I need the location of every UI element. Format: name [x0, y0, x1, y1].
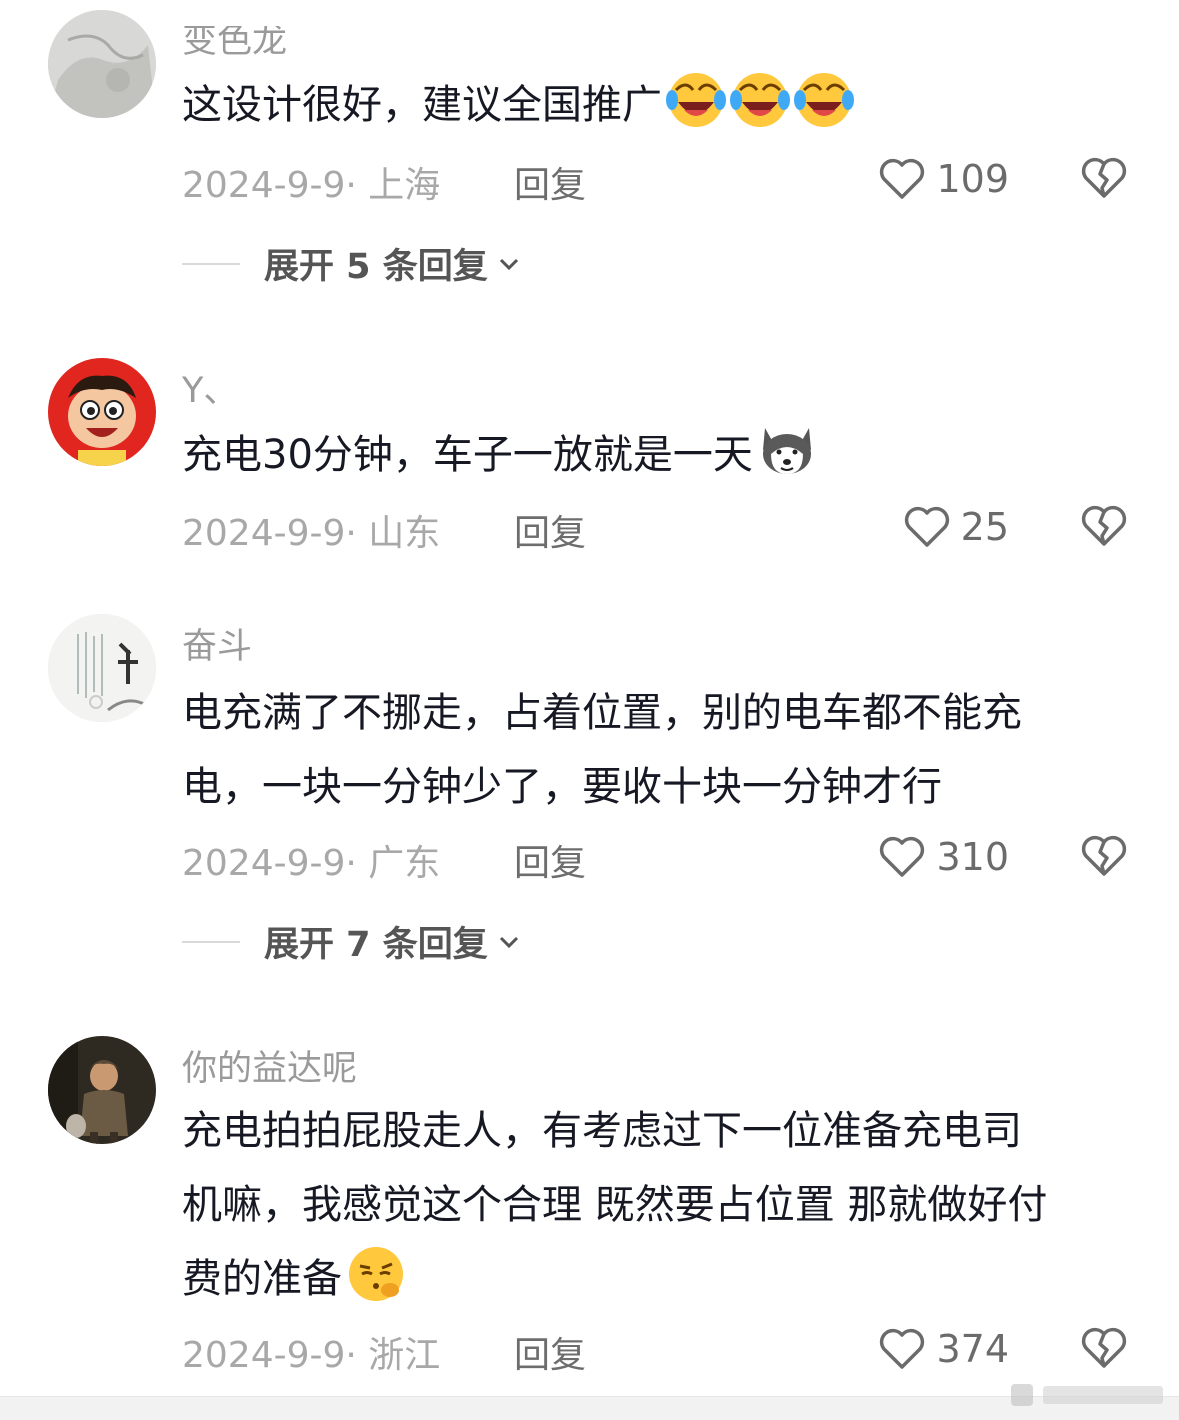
comment-date: 2024-9-9: [182, 843, 346, 884]
comment-text: 充电30分钟，车子一放就是一天: [182, 418, 1142, 492]
comment-text-line: 充电拍拍屁股走人，有考虑过下一位准备充电司: [182, 1108, 1022, 1154]
like-button[interactable]: 310: [878, 834, 1009, 880]
broken-heart-icon[interactable]: [1080, 1326, 1128, 1370]
broken-heart-icon[interactable]: [1080, 834, 1128, 878]
comment-text: 这设计很好，建议全国推广: [182, 68, 1142, 142]
watermark-logo-icon: [1011, 1384, 1163, 1406]
like-button[interactable]: 374: [878, 1326, 1009, 1372]
comment-text-line: 机嘛，我感觉这个合理 既然要占位置 那就做好付: [182, 1182, 1048, 1228]
username[interactable]: 你的益达呢: [182, 1040, 357, 1091]
like-count: 374: [936, 1327, 1009, 1371]
like-count: 310: [936, 835, 1009, 879]
laugh-cry-emoji-icon: [794, 73, 854, 127]
divider-line: [182, 940, 240, 943]
reply-button[interactable]: 回复: [514, 156, 586, 208]
boy-portrait-avatar-icon: [48, 1036, 156, 1144]
like-button[interactable]: 109: [878, 156, 1009, 202]
meta-separator: ·: [345, 165, 369, 206]
cartoon-boy-avatar-icon: [48, 358, 156, 466]
comment-location: 广东: [368, 843, 441, 884]
gray-sketch-avatar-icon: [48, 10, 156, 118]
comment-text-content: 这设计很好，建议全国推广: [182, 82, 662, 128]
reply-button[interactable]: 回复: [514, 834, 586, 886]
heart-icon: [880, 158, 925, 199]
like-button[interactable]: 25: [903, 504, 1009, 550]
comment-location: 浙江: [368, 1335, 441, 1376]
comment-text-content: 充电30分钟，车子一放就是一天: [182, 432, 753, 478]
comment-meta: 2024-9-9· 上海: [182, 156, 440, 208]
broken-heart-icon[interactable]: [1080, 504, 1128, 548]
user-avatar[interactable]: [48, 1036, 156, 1144]
comment-text-line-with-emoji: 费的准备: [182, 1242, 1142, 1316]
heart-icon: [880, 1328, 925, 1369]
comment-date: 2024-9-9: [182, 513, 346, 554]
meta-separator: ·: [345, 1335, 369, 1376]
like-count: 109: [936, 157, 1009, 201]
divider-line: [182, 262, 240, 265]
heart-icon: [880, 836, 925, 877]
expand-replies-label: 展开 7 条回复: [264, 925, 488, 965]
comment-text-line: 电充满了不挪走，占着位置，别的电车都不能充: [182, 690, 1022, 736]
comment-location: 山东: [368, 513, 441, 554]
reply-button[interactable]: 回复: [514, 1326, 586, 1378]
chevron-down-icon: [499, 936, 518, 948]
bottom-edge-bar: [0, 1396, 1179, 1420]
laugh-cry-emoji-icon: [666, 73, 726, 127]
username[interactable]: Y、: [182, 362, 238, 413]
user-avatar[interactable]: [48, 10, 156, 118]
expand-replies-label: 展开 5 条回复: [264, 247, 488, 287]
comment-text-content: 费的准备: [182, 1256, 342, 1302]
comment-text-line: 电，一块一分钟少了，要收十块一分钟才行: [182, 764, 942, 810]
comment-date: 2024-9-9: [182, 165, 346, 206]
chevron-down-icon: [499, 258, 518, 270]
expand-replies-button[interactable]: 展开 5 条回复: [182, 238, 522, 289]
broken-heart-icon[interactable]: [1080, 156, 1128, 200]
comment-meta: 2024-9-9· 广东: [182, 834, 440, 886]
comment-text: 电充满了不挪走，占着位置，别的电车都不能充 电，一块一分钟少了，要收十块一分钟才…: [182, 676, 1142, 824]
username[interactable]: 变色龙: [182, 26, 287, 63]
like-count: 25: [960, 505, 1009, 549]
meta-separator: ·: [345, 513, 369, 554]
meta-separator: ·: [345, 843, 369, 884]
comment-meta: 2024-9-9· 浙江: [182, 1326, 440, 1378]
username[interactable]: 奋斗: [182, 618, 252, 669]
user-avatar[interactable]: [48, 358, 156, 466]
calligraphy-avatar-icon: [48, 614, 156, 722]
laugh-cry-emoji-icon: [730, 73, 790, 127]
comment-date: 2024-9-9: [182, 1335, 346, 1376]
comment-meta: 2024-9-9· 山东: [182, 504, 440, 556]
thinking-face-emoji-icon: [349, 1247, 403, 1301]
comment-text: 充电拍拍屁股走人，有考虑过下一位准备充电司 机嘛，我感觉这个合理 既然要占位置 …: [182, 1094, 1142, 1316]
heart-icon: [904, 506, 949, 547]
user-avatar[interactable]: [48, 614, 156, 722]
expand-replies-button[interactable]: 展开 7 条回复: [182, 916, 522, 967]
husky-dog-emoji-icon: [762, 428, 811, 474]
comment-location: 上海: [368, 165, 441, 206]
reply-button[interactable]: 回复: [514, 504, 586, 556]
